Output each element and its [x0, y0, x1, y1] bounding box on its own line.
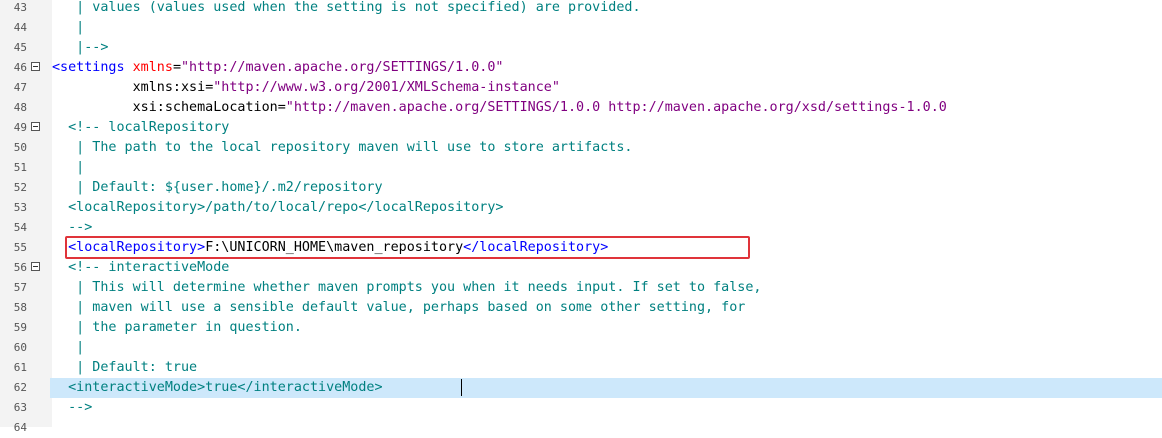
- line-number: 48: [13, 101, 27, 114]
- code-token: | maven will use a sensible default valu…: [52, 300, 746, 315]
- fold-collapse-icon[interactable]: [31, 122, 40, 131]
- line-number: 53: [13, 201, 27, 214]
- code-line[interactable]: 59 | the parameter in question.: [0, 318, 1162, 338]
- line-number: 47: [13, 81, 27, 94]
- line-number: 49: [13, 121, 27, 134]
- line-number: 54: [13, 221, 27, 234]
- code-text: | Default: ${user.home}/.m2/repository: [52, 178, 383, 198]
- line-number: 50: [13, 141, 27, 154]
- fold-collapse-icon[interactable]: [31, 262, 40, 271]
- code-text: <settings xmlns="http://maven.apache.org…: [52, 58, 503, 78]
- code-line[interactable]: 44 |: [0, 18, 1162, 38]
- code-line[interactable]: 45 |-->: [0, 38, 1162, 58]
- code-text: |: [52, 338, 84, 358]
- code-token: | the parameter in question.: [52, 320, 302, 335]
- code-token: |: [52, 20, 85, 35]
- code-text: -->: [52, 218, 92, 238]
- line-number: 45: [13, 41, 27, 54]
- code-line[interactable]: 63 -->: [0, 398, 1162, 418]
- line-number: 55: [13, 241, 27, 254]
- code-text: | The path to the local repository maven…: [52, 138, 632, 158]
- code-line[interactable]: 46 <settings xmlns="http://maven.apache.o…: [0, 58, 1162, 78]
- code-text: <interactiveMode>true</interactiveMode>: [52, 378, 383, 398]
- code-token: xsi:schemaLocation: [52, 100, 278, 115]
- code-line[interactable]: 54 -->: [0, 218, 1162, 238]
- code-token: <settings: [52, 60, 133, 75]
- highlight-box-local-repository: [65, 236, 750, 259]
- code-token: | Default: ${user.home}/.m2/repository: [52, 180, 383, 195]
- code-token: | values (values used when the setting i…: [52, 0, 641, 15]
- line-number: 56: [13, 261, 27, 274]
- code-line[interactable]: 61 | Default: true: [0, 358, 1162, 378]
- code-token: xmlns: [132, 60, 173, 75]
- code-text: xsi:schemaLocation="http://maven.apache.…: [52, 98, 947, 118]
- line-number: 44: [13, 21, 27, 34]
- code-line[interactable]: 58 | maven will use a sensible default v…: [0, 298, 1162, 318]
- line-number: 58: [13, 301, 27, 314]
- code-text: | This will determine whether maven prom…: [52, 278, 761, 298]
- line-number: 64: [13, 421, 27, 434]
- fold-collapse-icon[interactable]: [31, 62, 40, 71]
- code-token: <localRepository>/path/to/local/repo</lo…: [52, 200, 504, 215]
- code-text: <!-- localRepository: [52, 118, 229, 138]
- line-number: 52: [13, 181, 27, 194]
- code-token: |: [52, 160, 85, 175]
- code-text: |: [52, 158, 84, 178]
- code-token: <!-- localRepository: [52, 120, 230, 135]
- line-number: 60: [13, 341, 27, 354]
- code-text: <localRepository>/path/to/local/repo</lo…: [52, 198, 503, 218]
- code-token: =: [277, 100, 286, 115]
- code-token: "http://www.w3.org/2001/XMLSchema-instan…: [213, 80, 560, 95]
- code-token: =: [172, 60, 181, 75]
- code-token: | The path to the local repository maven…: [52, 140, 633, 155]
- code-token: |-->: [52, 40, 109, 55]
- line-number: 51: [13, 161, 27, 174]
- line-number: 62: [13, 381, 27, 394]
- code-token: | This will determine whether maven prom…: [52, 280, 762, 295]
- code-text: |-->: [52, 38, 108, 58]
- code-token: "http://maven.apache.org/SETTINGS/1.0.0": [181, 60, 504, 75]
- line-number: 63: [13, 401, 27, 414]
- code-text: | values (values used when the setting i…: [52, 0, 641, 18]
- code-token: "http://maven.apache.org/SETTINGS/1.0.0 …: [285, 100, 947, 115]
- code-line[interactable]: 60 |: [0, 338, 1162, 358]
- code-line[interactable]: 47 xmlns:xsi="http://www.w3.org/2001/XML…: [0, 78, 1162, 98]
- code-line[interactable]: 52 | Default: ${user.home}/.m2/repositor…: [0, 178, 1162, 198]
- code-token: |: [52, 340, 85, 355]
- code-text: |: [52, 18, 84, 38]
- line-number: 61: [13, 361, 27, 374]
- code-line[interactable]: 49 <!-- localRepository: [0, 118, 1162, 138]
- code-text: | Default: true: [52, 358, 197, 378]
- line-number: 57: [13, 281, 27, 294]
- code-line[interactable]: 56 <!-- interactiveMode: [0, 258, 1162, 278]
- code-text: | the parameter in question.: [52, 318, 302, 338]
- code-line[interactable]: 57 | This will determine whether maven p…: [0, 278, 1162, 298]
- code-line[interactable]: 53 <localRepository>/path/to/local/repo<…: [0, 198, 1162, 218]
- code-token: <!-- interactiveMode: [52, 260, 230, 275]
- code-token: -->: [52, 400, 93, 415]
- code-line[interactable]: 51 |: [0, 158, 1162, 178]
- code-token: xmlns:xsi: [52, 80, 206, 95]
- code-line[interactable]: 48 xsi:schemaLocation="http://maven.apac…: [0, 98, 1162, 118]
- line-number: 43: [13, 1, 27, 14]
- code-line[interactable]: 64: [0, 418, 1162, 438]
- code-editor[interactable]: 43 | values (values used when the settin…: [0, 0, 1162, 434]
- code-token: <interactiveMode>true</interactiveMode>: [52, 380, 383, 395]
- code-text: <!-- interactiveMode: [52, 258, 229, 278]
- line-number: 46: [13, 61, 27, 74]
- code-token: | Default: true: [52, 360, 198, 375]
- code-line[interactable]: 62 <interactiveMode>true</interactiveMod…: [0, 378, 1162, 398]
- line-number: 59: [13, 321, 27, 334]
- code-text: xmlns:xsi="http://www.w3.org/2001/XMLSch…: [52, 78, 560, 98]
- code-line[interactable]: 43 | values (values used when the settin…: [0, 0, 1162, 18]
- code-text: | maven will use a sensible default valu…: [52, 298, 745, 318]
- code-token: -->: [52, 220, 93, 235]
- code-line[interactable]: 50 | The path to the local repository ma…: [0, 138, 1162, 158]
- code-text: -->: [52, 398, 92, 418]
- text-cursor: [461, 379, 462, 396]
